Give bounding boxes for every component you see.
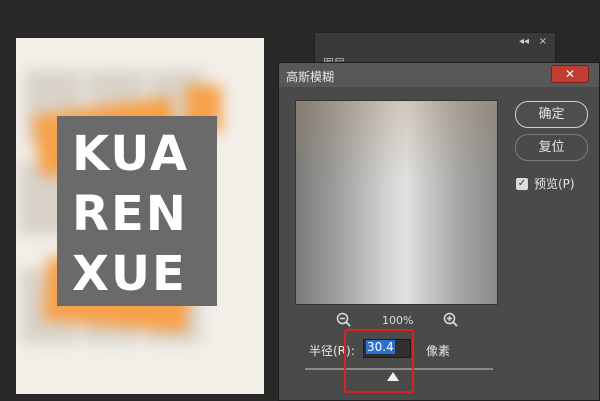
- annotation-highlight: [344, 329, 414, 393]
- zoom-level: 100%: [382, 314, 414, 327]
- logo-line-1: KUA: [72, 126, 189, 182]
- panel-close-button[interactable]: ×: [539, 36, 547, 47]
- blur-preview[interactable]: [295, 100, 498, 305]
- zoom-out-icon[interactable]: [336, 312, 352, 328]
- preview-checkbox[interactable]: ✓: [516, 177, 528, 190]
- dialog-title: 高斯模糊: [286, 70, 335, 84]
- logo-line-3: XUE: [72, 246, 187, 302]
- reset-button[interactable]: 复位: [515, 134, 588, 161]
- gaussian-blur-dialog: 高斯模糊 ✕ 100% 确定 复位 ✓ 预览(P) 半径(R): 30.4 像素: [278, 62, 600, 401]
- dialog-titlebar[interactable]: 高斯模糊 ✕: [279, 63, 599, 87]
- preview-toggle[interactable]: ✓ 预览(P): [516, 175, 575, 192]
- ok-button[interactable]: 确定: [515, 101, 588, 128]
- logo-line-2: REN: [72, 186, 188, 242]
- unit-label: 像素: [426, 344, 451, 358]
- double-chevron-icon[interactable]: ◂◂: [519, 36, 529, 47]
- preview-label: 预览(P): [534, 177, 575, 191]
- document-canvas: ▇▇▇ ▇▇▇ ▇▇▇ ▇▇▇ ▇▇▇ ▇ KUA REN XUE: [16, 38, 264, 394]
- dialog-close-button[interactable]: ✕: [551, 65, 589, 83]
- panel-controls: ◂◂ ×: [519, 36, 547, 47]
- zoom-in-icon[interactable]: [443, 312, 459, 328]
